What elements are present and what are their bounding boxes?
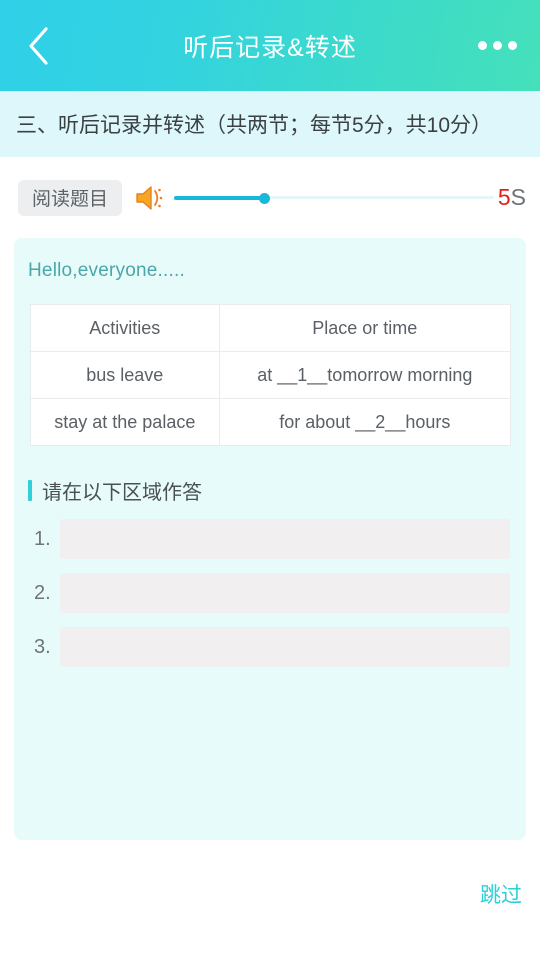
- navigation-bar: 听后记录&转述: [0, 0, 540, 91]
- answer-section-title: 请在以下区域作答: [42, 482, 202, 504]
- ellipsis-icon-dot: [477, 41, 487, 50]
- countdown-value: 5: [497, 184, 511, 210]
- page-title: 听后记录&转述: [183, 33, 357, 62]
- question-content-card: Hello,everyone..... Activities Place or …: [14, 238, 526, 840]
- skip-button[interactable]: 跳过: [476, 875, 526, 913]
- answer-row: 1.: [14, 519, 526, 559]
- answer-number: 3.: [34, 635, 51, 658]
- exam-question-screen: 听后记录&转述 三、听后记录并转述（共两节；每节5分，共10分） 阅读题目 5S…: [0, 0, 540, 960]
- answer-row: 3.: [14, 627, 526, 667]
- answer-input-1[interactable]: [60, 519, 510, 559]
- table-cell-place-or-time: for about __2__hours: [218, 398, 512, 446]
- table-cell-activity: stay at the palace: [30, 398, 220, 446]
- answer-row: 2.: [14, 573, 526, 613]
- ellipsis-icon-dot: [507, 41, 517, 50]
- ellipsis-icon-dot: [492, 41, 502, 50]
- section-banner: 三、听后记录并转述（共两节；每节5分，共10分）: [0, 91, 540, 157]
- speaker-volume-icon[interactable]: [132, 180, 168, 216]
- progress-fill: [174, 195, 264, 200]
- countdown-unit: S: [510, 184, 526, 210]
- section-banner-text: 三、听后记录并转述（共两节；每节5分，共10分）: [16, 114, 493, 137]
- notes-table: Activities Place or time bus leave at __…: [30, 304, 512, 446]
- table-header-row: Activities Place or time: [30, 304, 512, 352]
- progress-knob[interactable]: [258, 192, 270, 204]
- answer-input-2[interactable]: [60, 573, 510, 613]
- countdown-timer: 5S: [498, 184, 526, 211]
- more-options-button[interactable]: [468, 0, 526, 91]
- read-question-button[interactable]: 阅读题目: [18, 179, 123, 216]
- listening-intro-text: Hello,everyone.....: [28, 260, 185, 281]
- accent-bar: [28, 480, 32, 501]
- answer-section-header: 请在以下区域作答: [28, 476, 526, 505]
- answer-number: 1.: [34, 527, 51, 550]
- table-header-activities: Activities: [30, 304, 220, 352]
- table-cell-activity: bus leave: [30, 351, 220, 399]
- answer-list: 1. 2. 3.: [14, 519, 526, 667]
- answer-input-3[interactable]: [60, 627, 510, 667]
- table-header-place-or-time: Place or time: [218, 304, 512, 352]
- table-row: stay at the palace for about __2__hours: [30, 398, 512, 446]
- back-button[interactable]: [12, 0, 66, 91]
- audio-control-row: 阅读题目 5S: [0, 157, 540, 238]
- audio-progress-slider[interactable]: [174, 188, 495, 208]
- table-cell-place-or-time: at __1__tomorrow morning: [218, 351, 512, 399]
- answer-number: 2.: [34, 581, 51, 604]
- table-row: bus leave at __1__tomorrow morning: [30, 351, 512, 399]
- chevron-left-icon: [26, 24, 52, 68]
